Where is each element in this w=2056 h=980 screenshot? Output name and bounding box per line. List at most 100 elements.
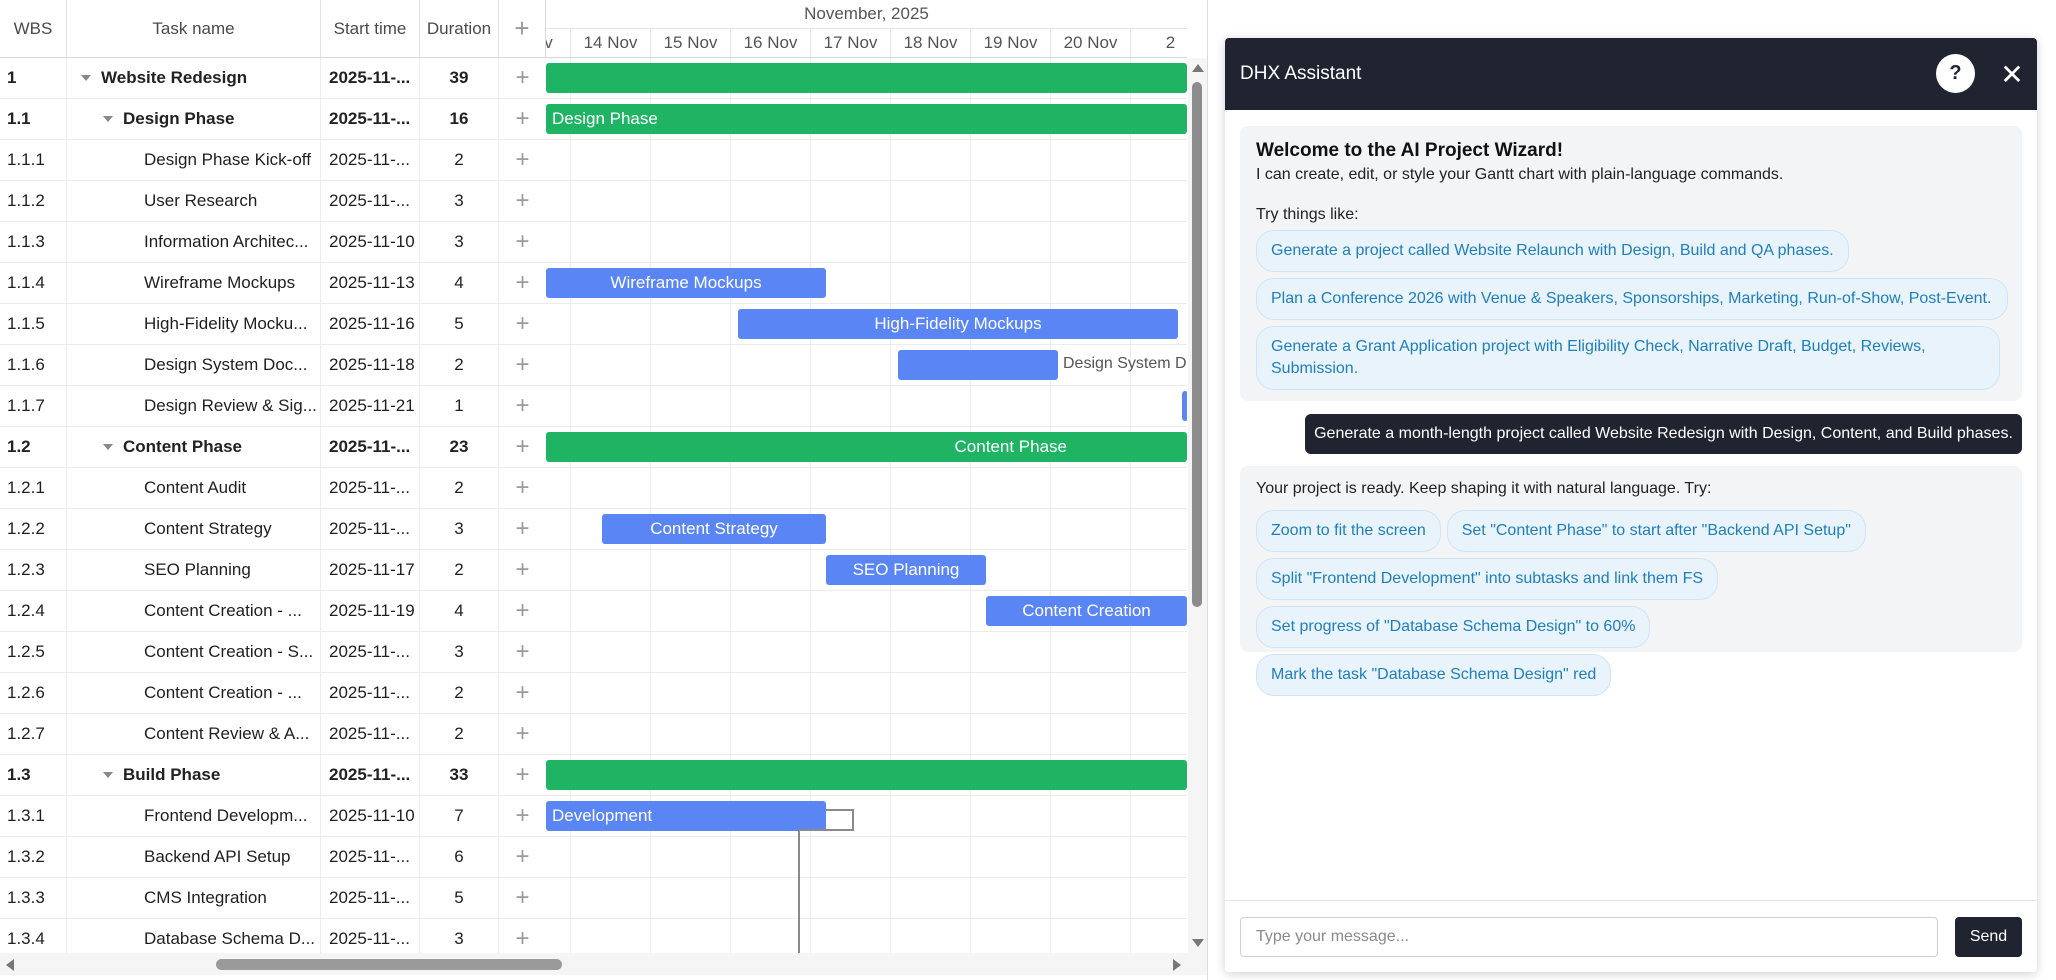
help-icon[interactable]: ? <box>1936 54 1975 93</box>
collapse-caret-icon[interactable] <box>103 772 113 778</box>
task-bar[interactable]: High-Fidelity Mockups <box>738 309 1178 339</box>
task-row[interactable]: 1.1.4 Wireframe Mockups 2025-11-13 4 + <box>0 263 546 304</box>
add-subtask-button[interactable]: + <box>499 222 546 262</box>
task-bar[interactable]: Content Creation <box>986 596 1187 626</box>
task-row[interactable]: 1.3.4 Database Schema D... 2025-11-... 3 + <box>0 919 546 953</box>
task-row[interactable]: 1.2 Content Phase 2025-11-... 23 + <box>0 427 546 468</box>
column-header-task-name[interactable]: Task name <box>67 0 321 57</box>
scroll-up-arrow-icon[interactable] <box>1192 64 1204 72</box>
task-row[interactable]: 1.1 Design Phase 2025-11-... 16 + <box>0 99 546 140</box>
task-name-cell[interactable]: SEO Planning <box>67 550 321 590</box>
task-name-cell[interactable]: Design System Doc... <box>67 345 321 385</box>
task-row[interactable]: 1.1.1 Design Phase Kick-off 2025-11-... 2 + <box>0 140 546 181</box>
add-subtask-button[interactable]: + <box>499 345 546 385</box>
suggestion-chip[interactable]: Generate a project called Website Relaun… <box>1256 230 1849 272</box>
collapse-caret-icon[interactable] <box>81 75 91 81</box>
task-row[interactable]: 1.3.1 Frontend Developm... 2025-11-10 7 + <box>0 796 546 837</box>
horizontal-scroll-thumb[interactable] <box>216 959 562 970</box>
task-row[interactable]: 1.3.2 Backend API Setup 2025-11-... 6 + <box>0 837 546 878</box>
add-subtask-button[interactable]: + <box>499 386 546 426</box>
add-subtask-button[interactable]: + <box>499 837 546 877</box>
task-bar[interactable] <box>1182 391 1187 421</box>
suggestion-chip[interactable]: Plan a Conference 2026 with Venue & Spea… <box>1256 278 2008 320</box>
add-subtask-button[interactable]: + <box>499 919 546 953</box>
add-subtask-button[interactable]: + <box>499 58 546 98</box>
task-row[interactable]: 1.2.6 Content Creation - ... 2025-11-... 2 + <box>0 673 546 714</box>
summary-task-bar[interactable] <box>546 63 1187 93</box>
collapse-caret-icon[interactable] <box>103 444 113 450</box>
close-icon[interactable]: ✕ <box>1996 58 2028 90</box>
add-subtask-button[interactable]: + <box>499 263 546 303</box>
add-subtask-button[interactable]: + <box>499 673 546 713</box>
send-button[interactable]: Send <box>1955 917 2022 957</box>
task-row[interactable]: 1.1.5 High-Fidelity Mocku... 2025-11-16 5 + <box>0 304 546 345</box>
task-row[interactable]: 1.2.2 Content Strategy 2025-11-... 3 + <box>0 509 546 550</box>
reply-suggestion-chip[interactable]: Split "Frontend Development" into subtas… <box>1256 558 1719 600</box>
scroll-right-arrow-icon[interactable] <box>1173 959 1181 971</box>
task-name-cell[interactable]: Content Phase <box>67 427 321 467</box>
task-row[interactable]: 1.1.7 Design Review & Sig... 2025-11-21 1 + <box>0 386 546 427</box>
task-name-cell[interactable]: Design Phase <box>67 99 321 139</box>
task-row[interactable]: 1.3 Build Phase 2025-11-... 33 + <box>0 755 546 796</box>
add-subtask-button[interactable]: + <box>499 304 546 344</box>
task-name-cell[interactable]: Content Creation - ... <box>67 673 321 713</box>
task-name-cell[interactable]: Design Review & Sig... <box>67 386 321 426</box>
collapse-caret-icon[interactable] <box>103 116 113 122</box>
task-bar[interactable]: Wireframe Mockups <box>546 268 826 298</box>
add-subtask-button[interactable]: + <box>499 796 546 836</box>
scroll-down-arrow-icon[interactable] <box>1192 939 1204 947</box>
task-name-cell[interactable]: Content Audit <box>67 468 321 508</box>
task-row[interactable]: 1.2.5 Content Creation - S... 2025-11-... 3… <box>0 632 546 673</box>
task-name-cell[interactable]: User Research <box>67 181 321 221</box>
summary-task-bar[interactable]: Content Phase <box>546 432 1187 462</box>
task-row[interactable]: 1.2.4 Content Creation - ... 2025-11-19 4 + <box>0 591 546 632</box>
add-subtask-button[interactable]: + <box>499 755 546 795</box>
scroll-left-arrow-icon[interactable] <box>6 959 14 971</box>
add-subtask-button[interactable]: + <box>499 714 546 754</box>
vertical-scrollbar[interactable] <box>1188 58 1207 953</box>
task-name-cell[interactable]: Backend API Setup <box>67 837 321 877</box>
horizontal-scrollbar[interactable] <box>0 953 1207 975</box>
task-name-cell[interactable]: Website Redesign <box>67 58 321 98</box>
reply-suggestion-chip[interactable]: Mark the task "Database Schema Design" r… <box>1256 654 1612 696</box>
column-header-wbs[interactable]: WBS <box>0 0 67 57</box>
task-name-cell[interactable]: Wireframe Mockups <box>67 263 321 303</box>
add-subtask-button[interactable]: + <box>499 632 546 672</box>
task-name-cell[interactable]: Content Creation - ... <box>67 591 321 631</box>
task-name-cell[interactable]: Design Phase Kick-off <box>67 140 321 180</box>
add-subtask-button[interactable]: + <box>499 591 546 631</box>
add-task-header-button[interactable]: + <box>499 0 546 57</box>
column-header-start-time[interactable]: Start time <box>321 0 420 57</box>
task-name-cell[interactable]: CMS Integration <box>67 878 321 918</box>
task-name-cell[interactable]: Content Creation - S... <box>67 632 321 672</box>
add-subtask-button[interactable]: + <box>499 99 546 139</box>
task-name-cell[interactable]: Content Strategy <box>67 509 321 549</box>
task-row[interactable]: 1.1.3 Information Architec... 2025-11-10 3 + <box>0 222 546 263</box>
add-subtask-button[interactable]: + <box>499 140 546 180</box>
summary-task-bar[interactable] <box>546 760 1187 790</box>
add-subtask-button[interactable]: + <box>499 181 546 221</box>
reply-suggestion-chip[interactable]: Set "Content Phase" to start after "Back… <box>1446 510 1866 552</box>
task-bar[interactable]: Development <box>546 801 826 831</box>
add-subtask-button[interactable]: + <box>499 550 546 590</box>
task-name-cell[interactable]: Database Schema D... <box>67 919 321 953</box>
task-row[interactable]: 1.1.6 Design System Doc... 2025-11-18 2 + <box>0 345 546 386</box>
add-subtask-button[interactable]: + <box>499 878 546 918</box>
reply-suggestion-chip[interactable]: Zoom to fit the screen <box>1256 510 1441 552</box>
task-bar[interactable] <box>898 350 1058 380</box>
timeline-chart-area[interactable]: Design Phase Wireframe Mockups High-Fideli… <box>546 58 1187 953</box>
suggestion-chip[interactable]: Generate a Grant Application project wit… <box>1256 326 2000 390</box>
task-row[interactable]: 1.2.3 SEO Planning 2025-11-17 2 + <box>0 550 546 591</box>
vertical-scroll-thumb[interactable] <box>1192 82 1202 607</box>
task-name-cell[interactable]: Information Architec... <box>67 222 321 262</box>
column-header-duration[interactable]: Duration <box>420 0 499 57</box>
add-subtask-button[interactable]: + <box>499 468 546 508</box>
task-row[interactable]: 1.1.2 User Research 2025-11-... 3 + <box>0 181 546 222</box>
task-name-cell[interactable]: High-Fidelity Mocku... <box>67 304 321 344</box>
message-input[interactable] <box>1240 917 1938 957</box>
task-row[interactable]: 1.2.7 Content Review & A... 2025-11-... 2 + <box>0 714 546 755</box>
task-name-cell[interactable]: Frontend Developm... <box>67 796 321 836</box>
task-row[interactable]: 1 Website Redesign 2025-11-... 39 + <box>0 58 546 99</box>
task-bar[interactable]: Content Strategy <box>602 514 826 544</box>
task-name-cell[interactable]: Content Review & A... <box>67 714 321 754</box>
